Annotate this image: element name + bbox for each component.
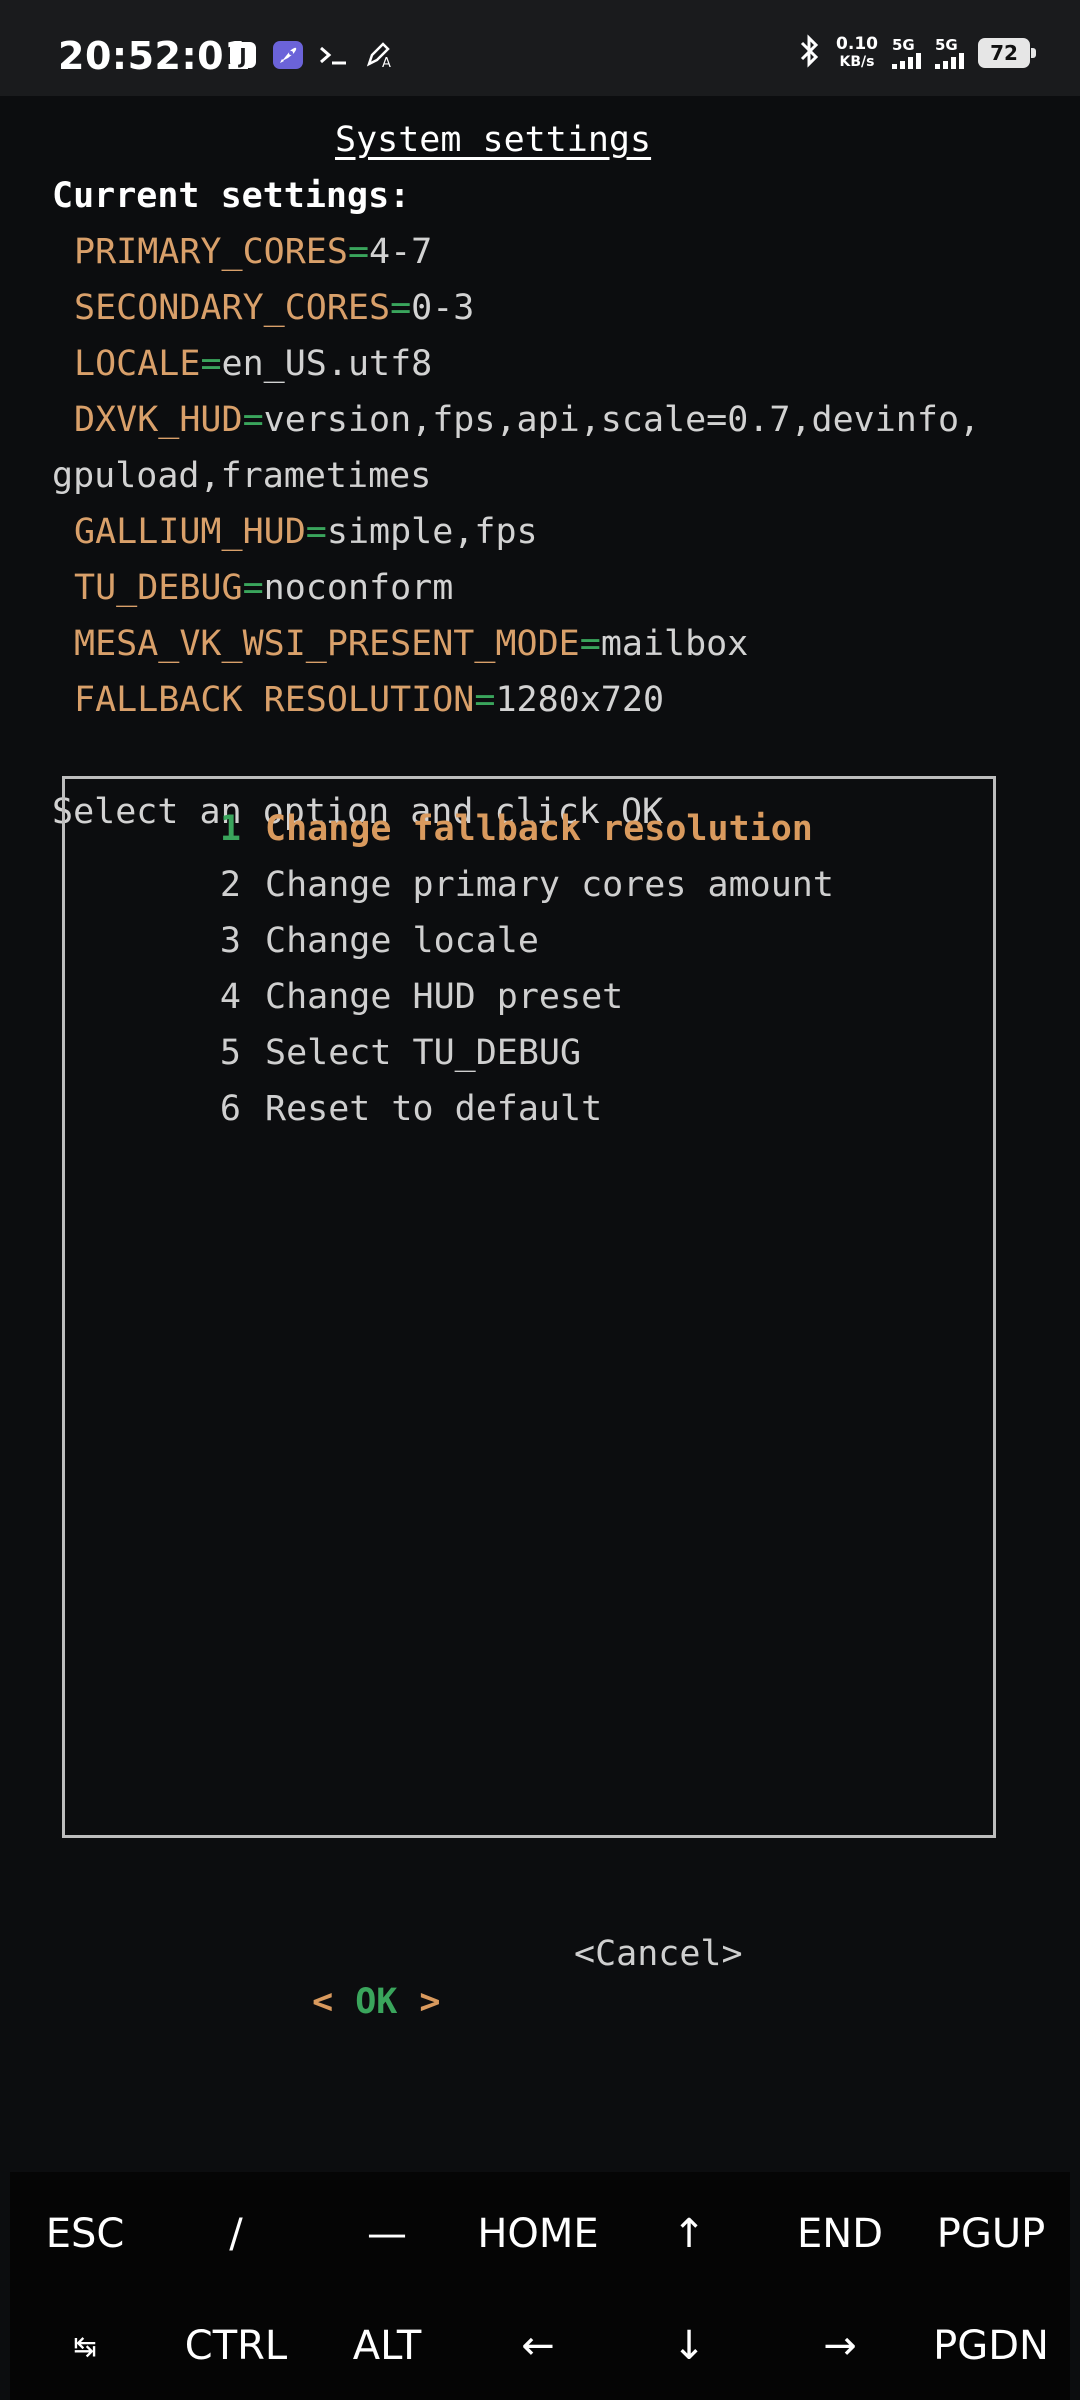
clock: 20:52:01 — [58, 34, 252, 78]
setting-value: noconform — [263, 568, 454, 608]
key-slash[interactable]: / — [161, 2184, 311, 2284]
setting-row: GALLIUM_HUD=simple,fps — [74, 508, 538, 556]
setting-key: FALLBACK RESOLUTION — [74, 680, 475, 720]
option-label: Select TU_DEBUG — [265, 1033, 582, 1073]
setting-value-cont: gpuload,frametimes — [52, 456, 432, 496]
setting-equals: = — [242, 400, 264, 440]
key-end[interactable]: END — [765, 2184, 915, 2284]
menu-option[interactable]: 1 Change fallback resolution — [201, 805, 813, 853]
option-number: 5 — [219, 1033, 241, 1073]
setting-value: 4-7 — [369, 232, 433, 272]
j-app-icon: J — [228, 40, 258, 70]
key-pgdn[interactable]: PGDN — [916, 2296, 1066, 2396]
net-speed-unit: KB/s — [839, 54, 875, 70]
menu-option[interactable]: 5 Select TU_DEBUG — [201, 1029, 581, 1077]
key-pgup[interactable]: PGUP — [916, 2184, 1066, 2284]
svg-text:J: J — [237, 44, 246, 68]
bluetooth-icon — [796, 34, 822, 72]
key-home[interactable]: HOME — [463, 2184, 613, 2284]
sim2-label: 5G — [935, 35, 958, 54]
signal-icon-2: 5G — [935, 35, 964, 69]
option-number: 6 — [219, 1089, 241, 1129]
setting-row: SECONDARY_CORES=0-3 — [74, 284, 474, 332]
option-label: Change primary cores amount — [265, 865, 834, 905]
key-left[interactable]: ← — [463, 2296, 613, 2396]
setting-value: version,fps,api,scale=0.7,devinfo, — [263, 400, 981, 440]
setting-equals: = — [390, 288, 412, 328]
setting-value: mailbox — [600, 624, 749, 664]
setting-equals: = — [579, 624, 601, 664]
ok-label: OK — [355, 1982, 398, 2022]
key-ctrl[interactable]: CTRL — [161, 2296, 311, 2396]
key-esc[interactable]: ESC — [10, 2184, 160, 2284]
battery-icon: 72 — [978, 38, 1036, 68]
ok-bracket-right: > — [419, 1982, 441, 2022]
key-up[interactable]: ↑ — [614, 2184, 764, 2284]
menu-option[interactable]: 3 Change locale — [201, 917, 539, 965]
setting-equals: = — [347, 232, 370, 272]
setting-row: LOCALE=en_US.utf8 — [74, 340, 432, 388]
setting-equals: = — [200, 344, 222, 384]
current-settings-heading: Current settings: — [52, 176, 411, 216]
menu-option[interactable]: 4 Change HUD preset — [201, 973, 623, 1021]
option-label: Change locale — [265, 921, 539, 961]
svg-text:A: A — [382, 56, 391, 70]
setting-key: PRIMARY_CORES — [74, 232, 348, 272]
setting-key: TU_DEBUG — [74, 568, 243, 608]
setting-row: TU_DEBUG=noconform — [74, 564, 453, 612]
setting-equals: = — [305, 512, 327, 552]
setting-key: GALLIUM_HUD — [74, 512, 306, 552]
setting-equals: = — [474, 680, 496, 720]
battery-level: 72 — [990, 41, 1018, 65]
rocket-app-icon — [272, 40, 303, 70]
setting-key: SECONDARY_CORES — [74, 288, 391, 328]
cancel-button[interactable]: <Cancel> — [574, 1930, 743, 1978]
net-speed-value: 0.10 — [836, 34, 878, 54]
setting-value-continued: gpuload,frametimes — [52, 452, 431, 500]
signal-icon: 5G — [892, 35, 921, 69]
setting-key: DXVK_HUD — [74, 400, 243, 440]
setting-row: FALLBACK RESOLUTION=1280x720 — [74, 676, 664, 724]
setting-key: MESA_VK_WSI_PRESENT_MODE — [74, 624, 580, 664]
pen-icon: A — [364, 40, 394, 71]
setting-row: PRIMARY_CORES=4-7 — [74, 228, 432, 276]
dialog-title: System settings — [335, 120, 652, 160]
menu-list: 1 Change fallback resolution 2 Change prim… — [62, 776, 996, 1838]
option-label: Change HUD preset — [265, 977, 624, 1017]
option-number: 4 — [219, 977, 241, 1017]
status-bar: 20:52:01 J A 0.10 KB/s 5G 5G 72 — [0, 0, 1080, 96]
setting-row: DXVK_HUD=version,fps,api,scale=0.7,devin… — [74, 396, 980, 444]
key-alt[interactable]: ALT — [312, 2296, 462, 2396]
menu-option[interactable]: 6 Reset to default — [201, 1085, 602, 1133]
extra-keys-bar: ESC / — HOME ↑ END PGUP ↹ CTRL ALT ← ↓ →… — [10, 2172, 1070, 2400]
sim1-label: 5G — [892, 35, 915, 54]
ok-button[interactable]: < OK > — [270, 1930, 440, 2026]
setting-key: LOCALE — [74, 344, 201, 384]
option-number: 2 — [219, 865, 241, 905]
menu-option[interactable]: 2 Change primary cores amount — [201, 861, 834, 909]
key-tab[interactable]: ↹ — [10, 2296, 160, 2396]
key-right[interactable]: → — [765, 2296, 915, 2396]
option-label: Reset to default — [265, 1089, 603, 1129]
option-number: 1 — [219, 809, 241, 849]
key-down[interactable]: ↓ — [614, 2296, 764, 2396]
option-label: Change fallback resolution — [265, 809, 813, 849]
setting-value: 1280x720 — [495, 680, 665, 720]
net-speed: 0.10 KB/s — [836, 35, 878, 71]
ok-bracket-left: < — [312, 1982, 334, 2022]
option-number: 3 — [219, 921, 241, 961]
setting-equals: = — [242, 568, 264, 608]
terminal-icon — [318, 40, 348, 70]
setting-value: simple,fps — [326, 512, 538, 552]
setting-row: MESA_VK_WSI_PRESENT_MODE=mailbox — [74, 620, 748, 668]
key-dash[interactable]: — — [312, 2184, 462, 2284]
setting-value: en_US.utf8 — [221, 344, 433, 384]
setting-value: 0-3 — [411, 288, 475, 328]
